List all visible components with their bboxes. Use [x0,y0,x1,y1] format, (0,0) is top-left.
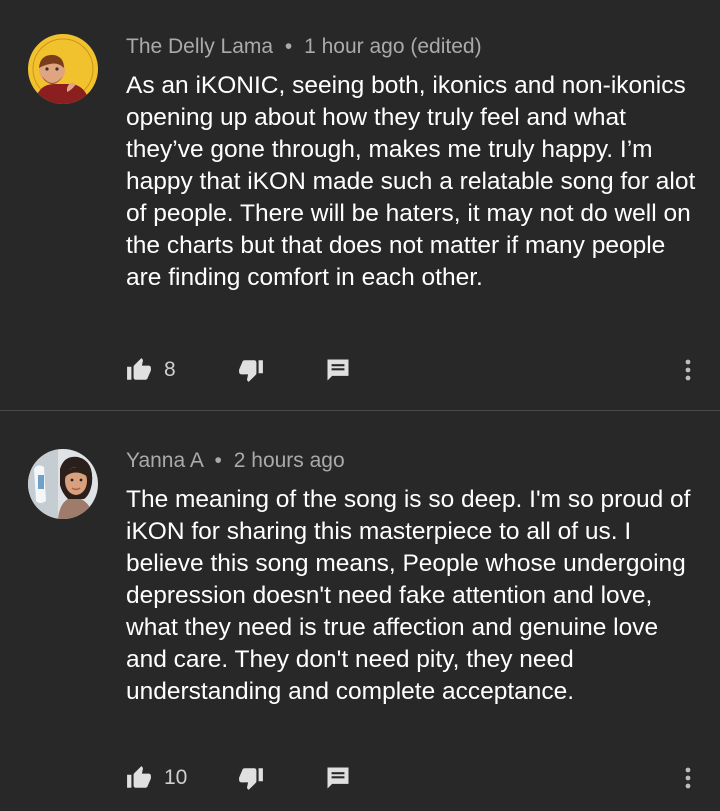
more-options-button[interactable] [676,758,700,798]
comment-text: As an iKONIC, seeing both, ikonics and n… [126,72,696,291]
thumbs-down-icon [239,360,263,382]
comment-actions: 10 [126,758,706,798]
comment-item: Yanna A • 2 hours ago The meaning of the… [0,411,720,811]
comment-item: The Delly Lama • 1 hour ago (edited) As … [0,0,720,410]
comment-time: 2 hours ago [233,449,345,472]
author-name[interactable]: The Delly Lama [126,35,273,58]
meta-separator: • [284,35,293,58]
comment-meta: Yanna A • 2 hours ago [126,449,345,473]
thumbs-down-icon [239,768,263,790]
comment-meta: The Delly Lama • 1 hour ago (edited) [126,35,482,59]
dislike-button[interactable] [238,758,264,798]
avatar-image [28,34,98,104]
avatar[interactable] [28,34,98,104]
more-vert-icon [685,359,691,381]
reply-icon [327,767,349,789]
thumbs-up-icon [127,358,151,380]
like-button[interactable]: 10 [126,758,187,798]
author-name[interactable]: Yanna A [126,449,203,472]
like-count: 8 [164,358,176,381]
reply-icon [327,359,349,381]
reply-button[interactable] [324,758,352,798]
comment-actions: 8 [126,350,706,390]
meta-separator: • [214,449,222,472]
reply-button[interactable] [324,350,352,390]
avatar[interactable] [28,449,98,519]
like-button[interactable]: 8 [126,350,176,390]
like-count: 10 [164,766,188,789]
dislike-button[interactable] [238,350,264,390]
avatar-image [28,449,98,519]
more-options-button[interactable] [676,350,700,390]
thumbs-up-icon [127,766,151,788]
comment-time: 1 hour ago (edited) [304,35,482,58]
more-vert-icon [685,767,691,789]
comment-text: The meaning of the song is so deep. I'm … [126,486,691,705]
